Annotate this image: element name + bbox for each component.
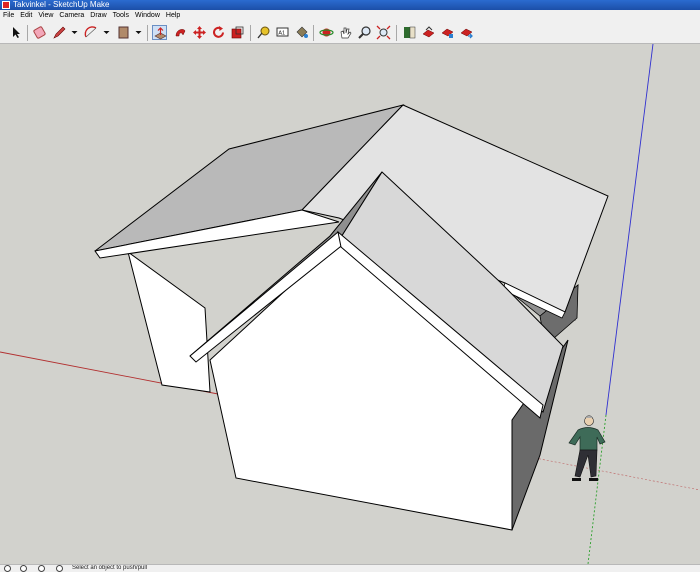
chevron-down-icon <box>135 31 142 34</box>
warehouse-button[interactable] <box>402 25 417 40</box>
menu-draw[interactable]: Draw <box>87 10 109 22</box>
menu-view[interactable]: View <box>35 10 56 22</box>
tape-measure-icon <box>257 26 270 39</box>
eraser-icon <box>33 26 46 39</box>
scale-tool-button[interactable] <box>230 25 245 40</box>
send-to-layout-button[interactable] <box>459 25 474 40</box>
rotate-tool-button[interactable] <box>211 25 226 40</box>
title-bar: Takvinkel - SketchUp Make <box>0 0 700 10</box>
push-pull-icon <box>154 27 167 40</box>
pencil-dropdown[interactable] <box>67 25 78 40</box>
zoom-extents-tool-button[interactable] <box>376 25 391 40</box>
text-tool-glyph: A1 <box>278 30 285 36</box>
share-model-button[interactable] <box>421 25 436 40</box>
text-tool-button[interactable]: A1 <box>275 25 290 40</box>
chevron-down-icon <box>103 31 110 34</box>
window-title: Takvinkel - SketchUp Make <box>13 0 110 9</box>
paint-bucket-tool-button[interactable] <box>294 25 309 40</box>
scene-canvas[interactable] <box>0 44 700 564</box>
select-tool-button[interactable] <box>9 25 24 40</box>
toolbar-separator <box>27 25 28 41</box>
extension-warehouse-icon <box>441 28 454 38</box>
tape-measure-tool-button[interactable] <box>256 25 271 40</box>
eraser-tool-button[interactable] <box>32 25 47 40</box>
menu-tools[interactable]: Tools <box>110 10 132 22</box>
toolbar-separator <box>396 25 397 41</box>
rectangle-icon <box>118 26 129 39</box>
toolbar-separator <box>313 25 314 41</box>
move-tool-button[interactable] <box>192 25 207 40</box>
pan-icon <box>340 27 352 39</box>
menu-help[interactable]: Help <box>163 10 183 22</box>
pan-tool-button[interactable] <box>338 25 353 40</box>
paint-bucket-icon <box>296 26 308 38</box>
zoom-icon <box>358 26 371 39</box>
share-model-icon <box>422 26 435 38</box>
red-axis-hidden <box>534 457 700 491</box>
arc-icon <box>84 26 97 38</box>
toolbar-separator <box>147 25 148 41</box>
sketchup-logo-icon <box>2 1 10 9</box>
menu-camera[interactable]: Camera <box>56 10 87 22</box>
pencil-icon <box>53 26 66 39</box>
zoom-tool-button[interactable] <box>357 25 372 40</box>
move-icon <box>193 26 206 39</box>
rotate-icon <box>213 26 224 38</box>
warehouse-icon <box>404 26 416 39</box>
follow-me-tool-button[interactable] <box>173 25 188 40</box>
pencil-tool-button[interactable] <box>52 25 67 40</box>
send-to-layout-icon <box>460 28 473 39</box>
arc-tool-button[interactable] <box>84 25 99 40</box>
text-icon: A1 <box>276 27 289 37</box>
back-house-wall[interactable] <box>127 250 211 393</box>
push-pull-tool-button[interactable] <box>152 25 167 40</box>
menu-window[interactable]: Window <box>132 10 163 22</box>
model-viewport[interactable] <box>0 44 700 564</box>
extension-warehouse-button[interactable] <box>440 25 455 40</box>
rectangle-dropdown[interactable] <box>131 25 142 40</box>
arrow-icon <box>13 27 20 38</box>
orbit-icon <box>319 28 334 37</box>
rectangle-tool-button[interactable] <box>116 25 131 40</box>
toolbar-separator <box>250 25 251 41</box>
chevron-down-icon <box>71 31 78 34</box>
orbit-tool-button[interactable] <box>319 25 334 40</box>
zoom-extents-icon <box>376 25 391 40</box>
blue-axis <box>605 44 654 416</box>
toolbar: A1 <box>0 22 700 44</box>
arc-dropdown[interactable] <box>99 25 110 40</box>
scale-icon <box>231 26 244 39</box>
menu-edit[interactable]: Edit <box>17 10 35 22</box>
follow-me-icon <box>175 29 186 37</box>
menu-file[interactable]: File <box>0 10 17 22</box>
